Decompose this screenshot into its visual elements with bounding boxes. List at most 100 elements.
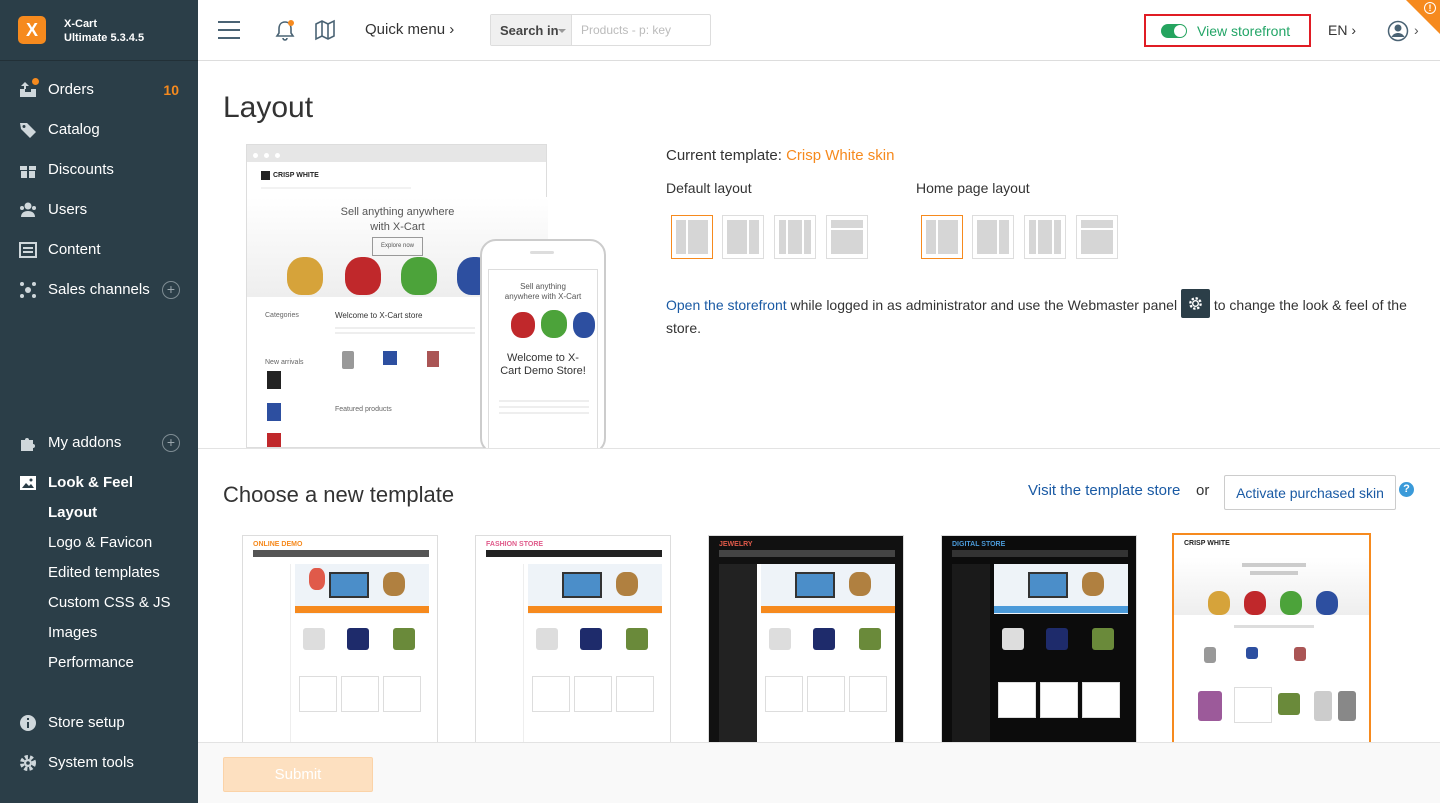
choose-template-title: Choose a new template bbox=[223, 482, 455, 507]
sidebar-item-label: System tools bbox=[48, 754, 134, 771]
sidebar-subitem-logo-favicon[interactable]: Logo & Favicon bbox=[48, 534, 152, 551]
layout-option-two-sidebars[interactable] bbox=[774, 215, 816, 259]
search-in-label: Search in bbox=[500, 23, 559, 38]
layout-option-left-sidebar[interactable] bbox=[671, 215, 713, 259]
content-icon bbox=[19, 242, 37, 258]
preview-hero-button: Explore now bbox=[371, 237, 424, 256]
layout-option-right-sidebar[interactable] bbox=[722, 215, 764, 259]
top-bar: Quick menu › Search in View storefront E… bbox=[198, 0, 1440, 61]
sidebar-item-content[interactable]: Content bbox=[0, 230, 198, 270]
sidebar-item-label: Content bbox=[48, 241, 101, 258]
quick-menu-button[interactable]: Quick menu › bbox=[365, 21, 454, 38]
sidebar-item-label: My addons bbox=[48, 434, 122, 451]
preview-hero-text: Sell anything anywhere with X-Cart bbox=[340, 206, 455, 233]
sidebar-item-system-tools[interactable]: System tools bbox=[0, 743, 198, 783]
phone-welcome: Welcome to X-Cart Demo Store! bbox=[500, 352, 586, 377]
gear-icon bbox=[20, 755, 36, 771]
users-icon bbox=[20, 202, 36, 217]
storefront-toggle[interactable] bbox=[1161, 24, 1187, 38]
quick-menu-label: Quick menu bbox=[365, 21, 446, 38]
home-layout-option-one-column[interactable] bbox=[1076, 215, 1118, 259]
phone-preview: Sell anything anywhere with X-Cart Welco… bbox=[480, 239, 606, 448]
template-card-crisp-white[interactable]: CRISP WHITE bbox=[1172, 533, 1371, 745]
gift-icon bbox=[20, 166, 36, 178]
form-footer: Submit bbox=[198, 742, 1440, 803]
sidebar-item-label: Look & Feel bbox=[48, 474, 134, 491]
sidebar-subitem-images[interactable]: Images bbox=[48, 624, 97, 641]
sidebar: X X-Cart Ultimate 5.3.4.5 Orders 10 Cata… bbox=[0, 0, 198, 803]
sidebar-item-my-addons[interactable]: My addons + bbox=[0, 423, 198, 463]
brand-version: Ultimate 5.3.4.5 bbox=[64, 32, 145, 44]
storefront-description: Open the storefront while logged in as a… bbox=[666, 289, 1436, 339]
template-name: CRISP WHITE bbox=[1184, 540, 1230, 547]
brand[interactable]: X X-Cart Ultimate 5.3.4.5 bbox=[0, 0, 198, 61]
template-name: DIGITAL STORE bbox=[952, 541, 1006, 548]
caret-down-icon bbox=[558, 29, 566, 33]
or-text: or bbox=[1196, 482, 1210, 499]
template-card-online-demo[interactable]: ONLINE DEMO bbox=[242, 535, 438, 745]
sidebar-item-look-and-feel[interactable]: Look & Feel bbox=[0, 463, 198, 503]
hamburger-menu-icon[interactable] bbox=[218, 21, 240, 39]
search-box: Search in bbox=[490, 14, 711, 46]
language-label: EN bbox=[1328, 22, 1348, 38]
sidebar-item-catalog[interactable]: Catalog bbox=[0, 110, 198, 150]
template-card-digital-store[interactable]: DIGITAL STORE bbox=[941, 535, 1137, 745]
activate-purchased-skin-button[interactable]: Activate purchased skin bbox=[1224, 475, 1396, 510]
sidebar-item-label: Discounts bbox=[48, 161, 114, 178]
preview-figure bbox=[287, 257, 323, 295]
sidebar-item-store-setup[interactable]: Store setup bbox=[0, 703, 198, 743]
puzzle-icon bbox=[21, 438, 35, 451]
search-in-dropdown[interactable]: Search in bbox=[491, 15, 572, 45]
help-icon[interactable]: ? bbox=[1399, 482, 1414, 497]
home-layout-option-two-sidebars[interactable] bbox=[1024, 215, 1066, 259]
sidebar-item-users[interactable]: Users bbox=[0, 190, 198, 230]
notification-dot bbox=[32, 78, 39, 85]
home-layout-option-left-sidebar[interactable] bbox=[921, 215, 963, 259]
sales-channels-icon bbox=[20, 282, 36, 298]
sidebar-subitem-custom-css-js[interactable]: Custom CSS & JS bbox=[48, 594, 171, 611]
sidebar-subitem-performance[interactable]: Performance bbox=[48, 654, 134, 671]
template-name: FASHION STORE bbox=[486, 541, 544, 548]
layout-option-one-column[interactable] bbox=[826, 215, 868, 259]
view-storefront-button[interactable]: View storefront bbox=[1144, 14, 1311, 47]
current-template-name[interactable]: Crisp White skin bbox=[786, 147, 894, 164]
preview-logo-icon bbox=[261, 171, 270, 180]
chevron-right-icon: › bbox=[449, 21, 455, 38]
preview-featured: Featured products bbox=[335, 406, 392, 413]
template-name: ONLINE DEMO bbox=[253, 541, 303, 548]
add-addon-icon[interactable]: + bbox=[162, 434, 180, 452]
sidebar-subitem-edited-templates[interactable]: Edited templates bbox=[48, 564, 160, 581]
sidebar-item-label: Sales channels bbox=[48, 281, 150, 298]
home-layout-label: Home page layout bbox=[916, 180, 1030, 196]
home-layout-option-right-sidebar[interactable] bbox=[972, 215, 1014, 259]
submit-button[interactable]: Submit bbox=[223, 757, 373, 792]
visit-template-store-link[interactable]: Visit the template store bbox=[1028, 482, 1180, 499]
sidebar-item-label: Orders bbox=[48, 81, 94, 98]
template-card-jewelry[interactable]: JEWELRY bbox=[708, 535, 904, 745]
sidebar-item-label: Catalog bbox=[48, 121, 100, 138]
description-text: while logged in as administrator and use… bbox=[790, 297, 1178, 313]
current-template: Current template: Crisp White skin bbox=[666, 147, 894, 164]
sidebar-item-orders[interactable]: Orders 10 bbox=[0, 70, 198, 110]
language-selector[interactable]: EN › bbox=[1328, 22, 1356, 38]
search-input[interactable] bbox=[573, 15, 709, 45]
map-icon[interactable] bbox=[314, 19, 336, 41]
template-card-fashion-store[interactable]: FASHION STORE bbox=[475, 535, 671, 745]
template-preview-image: CRISP WHITE Sell anything anywhere with … bbox=[246, 144, 606, 448]
info-icon bbox=[20, 715, 36, 731]
sidebar-item-sales-channels[interactable]: Sales channels + bbox=[0, 270, 198, 310]
gear-icon bbox=[1189, 297, 1202, 310]
tag-icon bbox=[20, 123, 36, 138]
open-storefront-link[interactable]: Open the storefront bbox=[666, 297, 787, 313]
preview-new-arrivals: New arrivals bbox=[265, 359, 304, 366]
sidebar-subitem-layout[interactable]: Layout bbox=[48, 504, 97, 521]
alert-icon[interactable]: ! bbox=[1424, 2, 1436, 14]
sidebar-item-discounts[interactable]: Discounts bbox=[0, 150, 198, 190]
default-layout-label: Default layout bbox=[666, 180, 752, 196]
bell-icon[interactable] bbox=[274, 19, 296, 41]
webmaster-panel-button bbox=[1180, 289, 1210, 318]
phone-hero-text: Sell anything anywhere with X-Cart bbox=[504, 282, 582, 301]
add-sales-channel-icon[interactable]: + bbox=[162, 281, 180, 299]
orders-count-badge: 10 bbox=[163, 82, 179, 98]
section-divider bbox=[198, 448, 1440, 449]
